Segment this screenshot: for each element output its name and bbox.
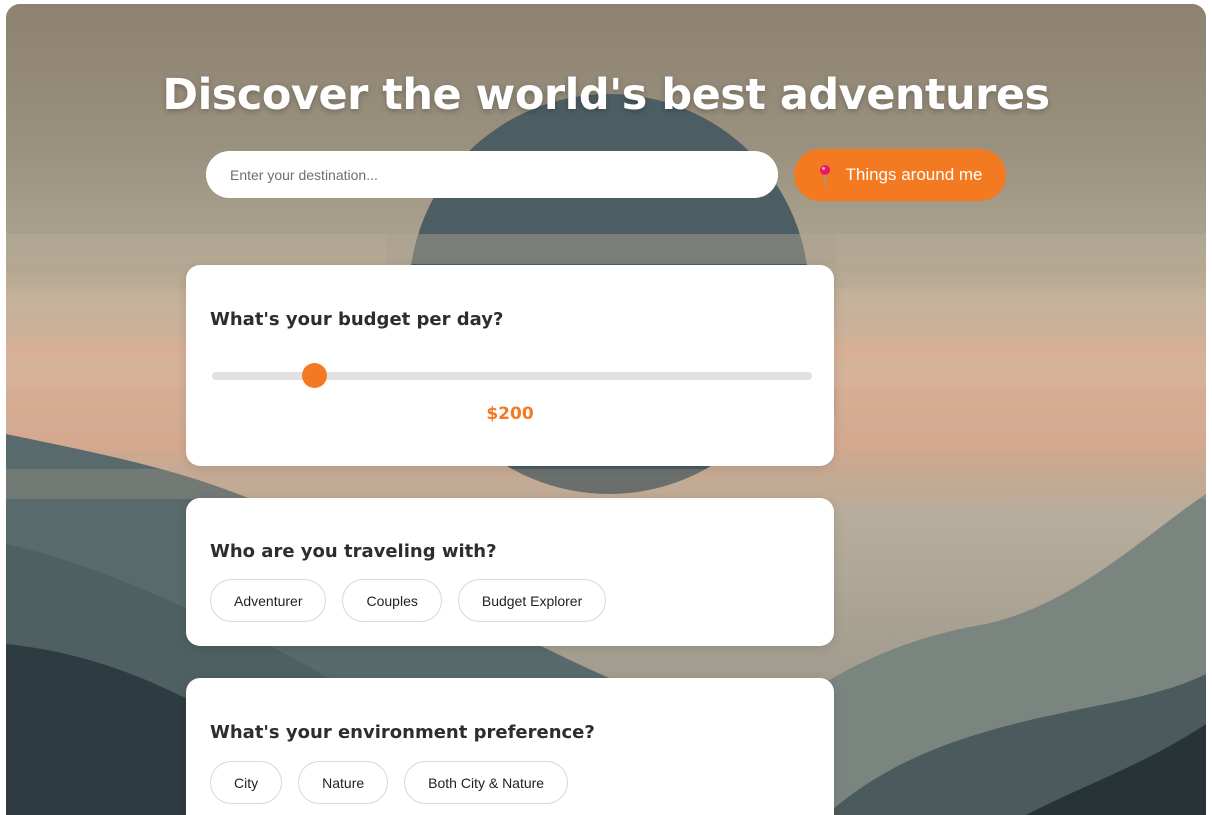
- budget-slider-thumb[interactable]: [301, 363, 327, 388]
- option-budget-explorer[interactable]: Budget Explorer: [457, 579, 607, 622]
- things-around-me-button[interactable]: Things around me: [794, 149, 1006, 201]
- pushpin-icon: [820, 165, 831, 185]
- environment-options: City Nature Both City & Nature: [210, 761, 569, 804]
- environment-question: What's your environment preference?: [210, 722, 595, 743]
- budget-card: What's your budget per day? $200: [186, 265, 834, 466]
- things-around-me-label: Things around me: [845, 165, 983, 184]
- budget-question: What's your budget per day?: [210, 309, 504, 330]
- option-adventurer[interactable]: Adventurer: [210, 579, 327, 622]
- option-city[interactable]: City: [210, 761, 283, 804]
- hero-title: Discover the world's best adventures: [162, 70, 1050, 120]
- environment-card: What's your environment preference? City…: [186, 678, 834, 815]
- destination-search-input[interactable]: [206, 151, 778, 198]
- travel-companions-question: Who are you traveling with?: [210, 541, 497, 562]
- travel-companions-card: Who are you traveling with? Adventurer C…: [186, 498, 834, 646]
- option-nature[interactable]: Nature: [298, 761, 389, 804]
- option-both-city-nature[interactable]: Both City & Nature: [404, 761, 569, 804]
- travel-companions-options: Adventurer Couples Budget Explorer: [210, 579, 607, 622]
- budget-value: $200: [486, 404, 534, 424]
- option-couples[interactable]: Couples: [342, 579, 442, 622]
